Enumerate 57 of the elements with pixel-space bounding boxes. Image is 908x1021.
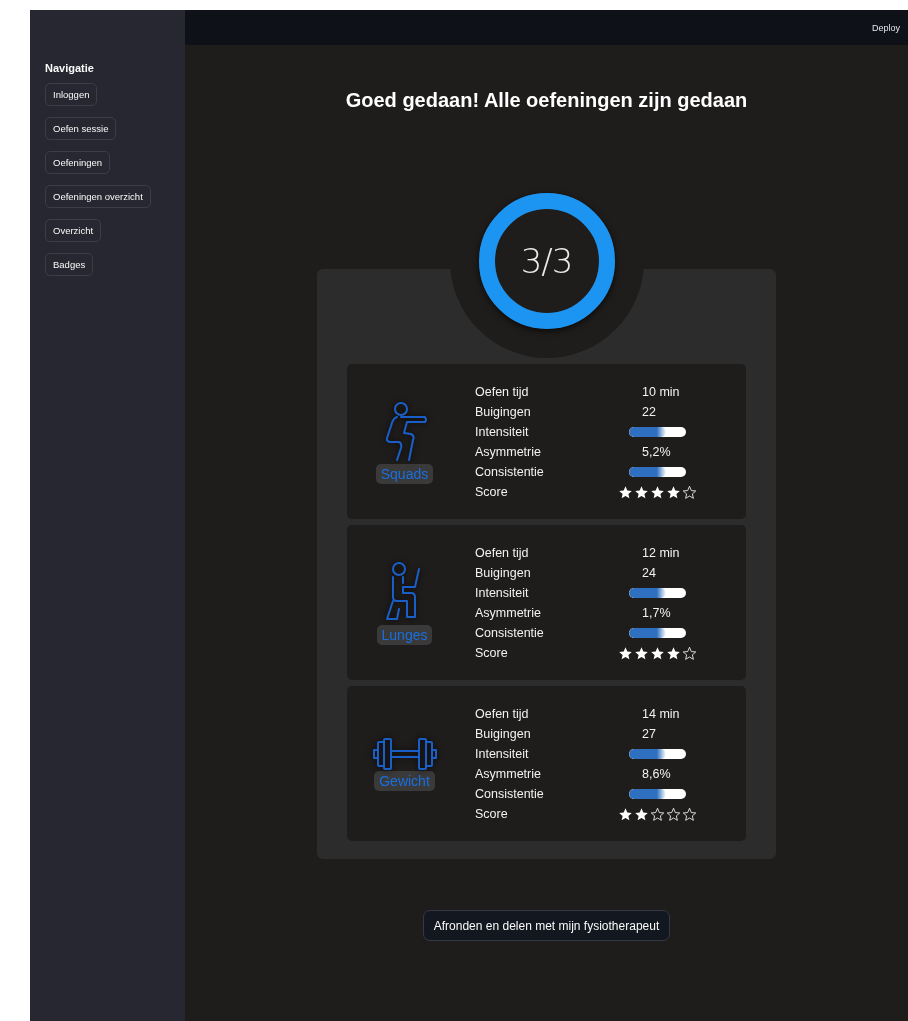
stat-value: 10 min: [641, 385, 680, 399]
star-icon: [665, 484, 681, 500]
stat-label: Consistentie: [475, 465, 545, 479]
stat-label: Intensiteit: [475, 586, 530, 600]
star-icon: [633, 806, 649, 822]
finish-share-button[interactable]: Afronden en delen met mijn fysiotherapeut: [422, 910, 671, 941]
nav-button[interactable]: Inloggen: [45, 83, 98, 106]
stat-value: 1,7%: [641, 606, 671, 620]
star-icon: [633, 645, 649, 661]
stat-label: Asymmetrie: [475, 606, 542, 620]
nav-button[interactable]: Oefen sessie: [45, 117, 117, 140]
star-outline-icon: [649, 806, 665, 822]
nav-button[interactable]: Oefeningen overzicht: [45, 185, 151, 208]
stat-value: 22: [641, 405, 656, 419]
exercise-name: Gewicht: [374, 771, 435, 791]
sidebar-title: Navigatie: [45, 62, 94, 74]
deploy-link[interactable]: Deploy: [872, 22, 900, 33]
stat-value: 27: [641, 727, 656, 741]
star-outline-icon: [665, 806, 681, 822]
star-icon: [665, 645, 681, 661]
stat-value: 8,6%: [641, 767, 671, 781]
star-icon: [649, 645, 665, 661]
dumbbell-icon: [371, 737, 438, 771]
stat-label: Intensiteit: [475, 425, 530, 439]
star-icon: [633, 484, 649, 500]
stat-value: 24: [641, 566, 656, 580]
stat-value: 12 min: [641, 546, 680, 560]
star-outline-icon: [681, 645, 697, 661]
stat-label: Oefen tijd: [475, 385, 530, 399]
star-outline-icon: [681, 806, 697, 822]
star-icon: [617, 806, 633, 822]
nav-button[interactable]: Overzicht: [45, 219, 102, 242]
stat-label: Consistentie: [475, 787, 545, 801]
stat-value: 14 min: [641, 707, 680, 721]
stat-label: Score: [475, 485, 509, 499]
stat-label: Buigingen: [475, 566, 532, 580]
stat-label: Buigingen: [475, 727, 532, 741]
stat-label: Score: [475, 807, 509, 821]
star-icon: [617, 484, 633, 500]
stat-label: Consistentie: [475, 626, 545, 640]
page-title: Goed gedaan! Alle oefeningen zijn gedaan: [345, 88, 748, 112]
progress-count: 3/3: [520, 241, 573, 281]
nav-button[interactable]: Oefeningen: [45, 151, 111, 174]
stat-label: Asymmetrie: [475, 445, 542, 459]
star-outline-icon: [681, 484, 697, 500]
star-icon: [649, 484, 665, 500]
stat-label: Score: [475, 646, 509, 660]
stat-label: Oefen tijd: [475, 707, 530, 721]
stat-label: Asymmetrie: [475, 767, 542, 781]
nav-button[interactable]: Badges: [45, 253, 94, 276]
stat-value: 5,2%: [641, 445, 671, 459]
star-icon: [617, 645, 633, 661]
stat-label: Oefen tijd: [475, 546, 530, 560]
exercise-name: Squads: [375, 464, 434, 484]
stat-label: Buigingen: [475, 405, 532, 419]
stat-label: Intensiteit: [475, 747, 530, 761]
exercise-name: Lunges: [376, 625, 433, 645]
